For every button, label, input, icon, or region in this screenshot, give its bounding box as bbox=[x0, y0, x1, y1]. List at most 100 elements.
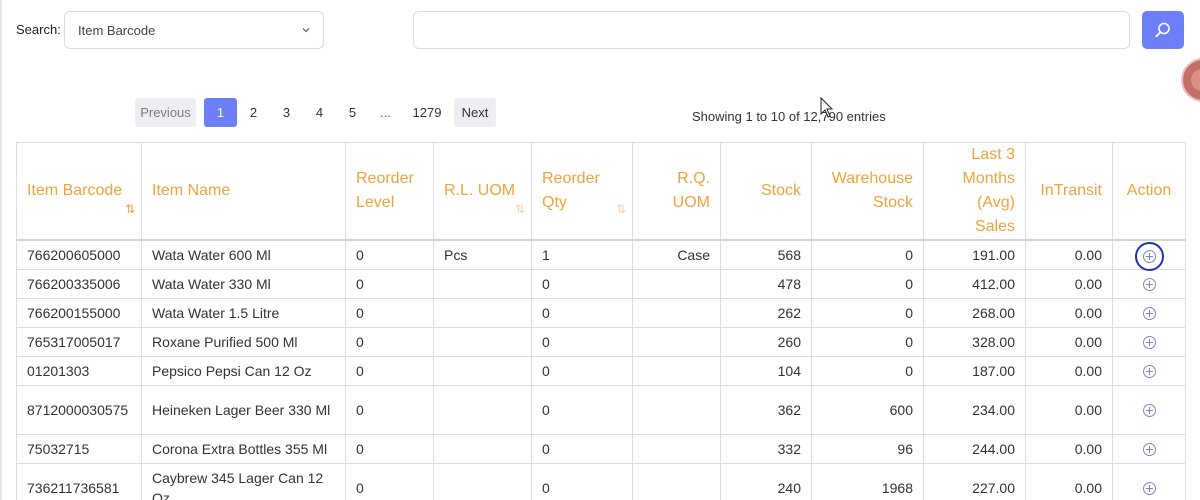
cell-warehouse-stock: 0 bbox=[811, 355, 924, 386]
pagination-page-3[interactable]: 3 bbox=[270, 98, 303, 127]
cell-stock: 362 bbox=[720, 384, 812, 435]
pagination: Previous 1 2 3 4 5 ... 1279 Next bbox=[135, 98, 496, 127]
cell-reorder-level: 0 bbox=[345, 268, 434, 299]
col-header-intransit[interactable]: InTransit bbox=[1025, 142, 1113, 241]
table-row: 01201303 Pepsico Pepsi Can 12 Oz 0 0 104… bbox=[16, 355, 1186, 386]
cell-last3-sales: 227.00 bbox=[923, 462, 1026, 500]
table-row: 75032715 Corona Extra Bottles 355 Ml 0 0… bbox=[16, 433, 1186, 464]
cell-reorder-qty: 0 bbox=[531, 326, 633, 357]
cell-intransit: 0.00 bbox=[1025, 433, 1113, 464]
table-row: 766200605000 Wata Water 600 Ml 0 Pcs 1 C… bbox=[16, 239, 1186, 271]
cell-item-name: Heineken Lager Beer 330 Ml bbox=[141, 384, 346, 435]
cell-action bbox=[1112, 268, 1186, 299]
cell-intransit: 0.00 bbox=[1025, 239, 1113, 270]
cell-action bbox=[1112, 384, 1186, 435]
cell-last3-sales: 187.00 bbox=[923, 355, 1026, 386]
cell-rq-uom: Case bbox=[632, 239, 721, 270]
cell-item-name: Corona Extra Bottles 355 Ml bbox=[141, 433, 346, 464]
col-header-item-barcode[interactable]: Item Barcode ⇅ bbox=[16, 142, 142, 241]
col-header-rl-uom[interactable]: R.L. UOM ⇅ bbox=[433, 142, 532, 241]
plus-circle-icon[interactable] bbox=[1142, 278, 1156, 292]
plus-circle-icon[interactable] bbox=[1134, 241, 1164, 271]
col-header-rq-uom[interactable]: R.Q. UOM bbox=[632, 142, 721, 241]
col-header-stock[interactable]: Stock bbox=[720, 142, 812, 241]
cell-reorder-level: 0 bbox=[345, 297, 434, 328]
cell-item-name: Caybrew 345 Lager Can 12 Oz bbox=[141, 462, 346, 500]
col-header-reorder-level[interactable]: Reorder Level bbox=[345, 142, 434, 241]
cell-intransit: 0.00 bbox=[1025, 297, 1113, 328]
cell-stock: 478 bbox=[720, 268, 812, 299]
cell-barcode: 765317005017 bbox=[16, 326, 142, 357]
cell-intransit: 0.00 bbox=[1025, 462, 1113, 500]
plus-circle-icon[interactable] bbox=[1142, 365, 1156, 379]
chevron-down-icon bbox=[302, 28, 310, 33]
sort-icon: ⇅ bbox=[615, 202, 626, 216]
floating-assistant-button[interactable] bbox=[1181, 58, 1200, 102]
col-header-label: Item Barcode bbox=[27, 182, 123, 199]
pagination-previous[interactable]: Previous bbox=[135, 98, 196, 127]
cell-rq-uom bbox=[632, 384, 721, 435]
cell-warehouse-stock: 0 bbox=[811, 268, 924, 299]
floating-assistant-icon bbox=[1191, 69, 1200, 91]
entries-info: Showing 1 to 10 of 12,790 entries bbox=[692, 109, 886, 124]
left-edge-divider bbox=[0, 0, 2, 500]
pagination-page-2[interactable]: 2 bbox=[237, 98, 270, 127]
cell-stock: 260 bbox=[720, 326, 812, 357]
cell-rq-uom bbox=[632, 326, 721, 357]
pagination-page-1[interactable]: 1 bbox=[204, 98, 237, 127]
cell-reorder-qty: 0 bbox=[531, 355, 633, 386]
cell-item-name: Pepsico Pepsi Can 12 Oz bbox=[141, 355, 346, 386]
sort-icon: ⇅ bbox=[514, 202, 525, 216]
plus-circle-icon[interactable] bbox=[1142, 404, 1156, 418]
plus-circle-icon[interactable] bbox=[1142, 482, 1156, 496]
plus-circle-icon[interactable] bbox=[1142, 336, 1156, 350]
plus-circle-icon[interactable] bbox=[1142, 307, 1156, 321]
cell-action bbox=[1112, 433, 1186, 464]
cell-intransit: 0.00 bbox=[1025, 384, 1113, 435]
pagination-next[interactable]: Next bbox=[454, 98, 496, 127]
cell-barcode: 75032715 bbox=[16, 433, 142, 464]
cell-stock: 262 bbox=[720, 297, 812, 328]
cell-warehouse-stock: 0 bbox=[811, 297, 924, 328]
cell-intransit: 0.00 bbox=[1025, 326, 1113, 357]
cell-action bbox=[1112, 462, 1186, 500]
search-label: Search: bbox=[16, 22, 61, 37]
cell-last3-sales: 191.00 bbox=[923, 239, 1026, 270]
cell-action bbox=[1112, 297, 1186, 328]
cell-reorder-qty: 0 bbox=[531, 384, 633, 435]
pagination-page-5[interactable]: 5 bbox=[336, 98, 369, 127]
search-button[interactable] bbox=[1142, 11, 1184, 49]
cell-rl-uom bbox=[433, 462, 532, 500]
col-header-item-name[interactable]: Item Name bbox=[141, 142, 346, 241]
cell-last3-sales: 412.00 bbox=[923, 268, 1026, 299]
cell-rl-uom bbox=[433, 268, 532, 299]
cell-reorder-level: 0 bbox=[345, 355, 434, 386]
cell-rq-uom bbox=[632, 433, 721, 464]
cell-reorder-level: 0 bbox=[345, 326, 434, 357]
cell-item-name: Wata Water 330 Ml bbox=[141, 268, 346, 299]
mouse-cursor-icon bbox=[820, 97, 834, 118]
plus-circle-icon[interactable] bbox=[1142, 443, 1156, 457]
cell-item-name: Wata Water 1.5 Litre bbox=[141, 297, 346, 328]
col-header-last3-sales[interactable]: Last 3 Months (Avg) Sales bbox=[923, 142, 1026, 241]
cell-rl-uom bbox=[433, 433, 532, 464]
cell-barcode: 766200155000 bbox=[16, 297, 142, 328]
table-row: 736211736581 Caybrew 345 Lager Can 12 Oz… bbox=[16, 462, 1186, 500]
col-header-warehouse-stock[interactable]: Warehouse Stock bbox=[811, 142, 924, 241]
sort-icon: ⇅ bbox=[124, 202, 135, 216]
cell-rq-uom bbox=[632, 268, 721, 299]
cell-reorder-level: 0 bbox=[345, 239, 434, 270]
search-input[interactable] bbox=[413, 11, 1130, 49]
pagination-page-4[interactable]: 4 bbox=[303, 98, 336, 127]
cell-warehouse-stock: 0 bbox=[811, 239, 924, 270]
pagination-page-last[interactable]: 1279 bbox=[402, 98, 452, 127]
col-header-label: R.L. UOM bbox=[444, 182, 516, 199]
table-row: 8712000030575 Heineken Lager Beer 330 Ml… bbox=[16, 384, 1186, 435]
search-field-select[interactable]: Item Barcode bbox=[64, 11, 324, 49]
cell-warehouse-stock: 96 bbox=[811, 433, 924, 464]
cell-reorder-qty: 0 bbox=[531, 268, 633, 299]
cell-rl-uom bbox=[433, 326, 532, 357]
cell-reorder-qty: 0 bbox=[531, 462, 633, 500]
col-header-reorder-qty[interactable]: Reorder Qty ⇅ bbox=[531, 142, 633, 241]
cell-reorder-level: 0 bbox=[345, 384, 434, 435]
